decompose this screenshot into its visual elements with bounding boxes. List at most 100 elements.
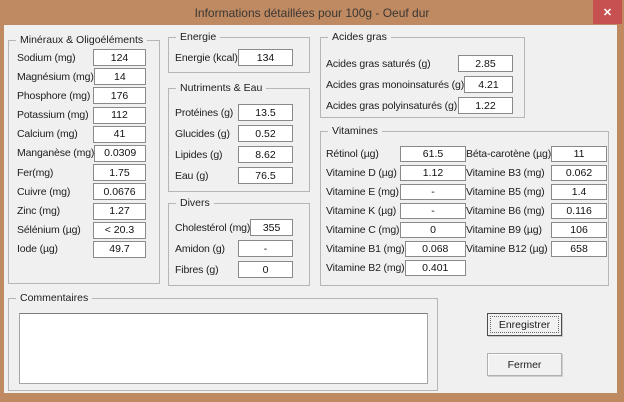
field-value-box[interactable]: 0.116 bbox=[551, 203, 608, 219]
divers-field-row: Amidon (g) - bbox=[175, 240, 293, 257]
vitamin-field-row: Vitamine B2 (mg) 0.401 bbox=[326, 260, 466, 276]
save-button[interactable]: Enregistrer bbox=[487, 313, 562, 336]
nutrient-field-row: Protéines (g) 13.5 bbox=[175, 104, 293, 121]
mineral-field-row: Phosphore (mg) 176 bbox=[17, 87, 146, 105]
vitamin-field-row: Béta-carotène (µg) 11 bbox=[466, 146, 608, 162]
energy-field-row: Energie (kcal) 134 bbox=[175, 49, 293, 66]
field-value-box[interactable]: 0.068 bbox=[404, 241, 466, 257]
field-label: Sodium (mg) bbox=[17, 51, 76, 64]
field-value-box[interactable]: 355 bbox=[250, 219, 293, 236]
field-label: Vitamine C (mg) bbox=[326, 224, 400, 236]
field-label: Béta-carotène (µg) bbox=[466, 148, 552, 160]
field-label: Rétinol (µg) bbox=[326, 148, 379, 160]
field-label: Cuivre (mg) bbox=[17, 185, 71, 198]
field-label: Magnésium (mg) bbox=[17, 70, 94, 83]
divers-field-row: Cholestérol (mg) 355 bbox=[175, 219, 293, 236]
field-value-box[interactable]: 0.52 bbox=[238, 125, 293, 142]
dialog-window: Informations détaillées pour 100g - Oeuf… bbox=[0, 0, 624, 402]
field-value-box[interactable]: 1.75 bbox=[93, 164, 146, 182]
nutrient-field-row: Eau (g) 76.5 bbox=[175, 167, 293, 184]
field-label: Vitamine B2 (mg) bbox=[326, 262, 405, 274]
field-label: Fibres (g) bbox=[175, 263, 219, 276]
field-value-box[interactable]: 14 bbox=[93, 68, 146, 86]
mineral-field-row: Calcium (mg) 41 bbox=[17, 125, 146, 143]
field-value-box[interactable]: 1.27 bbox=[93, 202, 146, 220]
field-label: Potassium (mg) bbox=[17, 109, 89, 122]
mineral-field-row: Manganèse (mg) 0.0309 bbox=[17, 144, 146, 162]
mineral-field-row: Sélénium (µg) < 20.3 bbox=[17, 221, 146, 239]
group-comments-title: Commentaires bbox=[16, 291, 93, 306]
comments-input[interactable] bbox=[19, 313, 428, 384]
field-label: Vitamine B9 (µg) bbox=[466, 224, 542, 236]
field-value-box[interactable]: 49.7 bbox=[93, 240, 146, 258]
field-value-box[interactable]: 134 bbox=[238, 49, 293, 66]
vitamin-field-row: Vitamine B3 (mg) 0.062 bbox=[466, 165, 608, 181]
vitamin-field-row: Vitamine K (µg) - bbox=[326, 203, 466, 219]
mineral-field-row: Iode (µg) 49.7 bbox=[17, 240, 146, 258]
field-value-box[interactable]: 176 bbox=[93, 87, 146, 105]
field-value-box[interactable]: 8.62 bbox=[238, 146, 293, 163]
group-comments: Commentaires bbox=[8, 291, 438, 391]
vitamin-field-row: Vitamine B9 (µg) 106 bbox=[466, 222, 608, 238]
field-label: Vitamine B12 (µg) bbox=[466, 243, 548, 255]
field-value-box[interactable]: 41 bbox=[93, 125, 146, 143]
field-value-box[interactable]: 0.062 bbox=[551, 165, 608, 181]
field-value-box[interactable]: - bbox=[238, 240, 293, 257]
mineral-field-row: Magnésium (mg) 14 bbox=[17, 68, 146, 86]
nutrient-field-row: Lipides (g) 8.62 bbox=[175, 146, 293, 163]
titlebar: Informations détaillées pour 100g - Oeuf… bbox=[0, 0, 624, 25]
field-value-box[interactable]: 1.12 bbox=[400, 165, 466, 181]
field-value-box[interactable]: 2.85 bbox=[458, 55, 513, 72]
group-vitamins: Vitamines Rétinol (µg) 61.5 Vitamine D (… bbox=[320, 124, 609, 286]
field-label: Iode (µg) bbox=[17, 243, 58, 256]
field-label: Vitamine D (µg) bbox=[326, 167, 397, 179]
field-value-box[interactable]: 4.21 bbox=[464, 76, 513, 93]
field-label: Cholestérol (mg) bbox=[175, 221, 251, 234]
mineral-field-row: Sodium (mg) 124 bbox=[17, 49, 146, 66]
field-label: Vitamine B3 (mg) bbox=[466, 167, 545, 179]
group-divers: Divers Cholestérol (mg) 355 Amidon (g) -… bbox=[168, 196, 310, 286]
group-nutrients: Nutriments & Eau Protéines (g) 13.5 Gluc… bbox=[168, 81, 310, 192]
field-value-box[interactable]: < 20.3 bbox=[93, 221, 146, 239]
field-value-box[interactable]: 11 bbox=[551, 146, 608, 162]
fat-field-row: Acides gras polyinsaturés (g) 1.22 bbox=[326, 97, 513, 114]
group-energy: Energie Energie (kcal) 134 bbox=[168, 30, 310, 73]
dialog-body: Minéraux & Oligoéléments Sodium (mg) 124… bbox=[4, 25, 617, 393]
field-label: Vitamine B6 (mg) bbox=[466, 205, 545, 217]
field-label: Protéines (g) bbox=[175, 106, 234, 119]
field-value-box[interactable]: 0.0676 bbox=[93, 183, 146, 201]
group-fatty-acids: Acides gras Acides gras saturés (g) 2.85… bbox=[320, 30, 525, 118]
close-dialog-button[interactable]: Fermer bbox=[487, 353, 562, 376]
field-label: Manganèse (mg) bbox=[17, 147, 95, 160]
field-value-box[interactable]: 0 bbox=[238, 261, 293, 278]
field-value-box[interactable]: 0.401 bbox=[404, 260, 466, 276]
field-label: Lipides (g) bbox=[175, 148, 223, 161]
mineral-field-row: Zinc (mg) 1.27 bbox=[17, 202, 146, 220]
vitamin-field-row: Vitamine E (mg) - bbox=[326, 184, 466, 200]
field-value-box[interactable]: 0.0309 bbox=[94, 144, 146, 162]
field-value-box[interactable]: 124 bbox=[93, 49, 146, 66]
field-value-box[interactable]: - bbox=[400, 184, 466, 200]
field-value-box[interactable]: - bbox=[400, 203, 466, 219]
field-value-box[interactable]: 0 bbox=[400, 222, 466, 238]
field-value-box[interactable]: 13.5 bbox=[238, 104, 293, 121]
divers-field-row: Fibres (g) 0 bbox=[175, 261, 293, 278]
field-label: Vitamine B5 (mg) bbox=[466, 186, 545, 198]
field-label: Fer(mg) bbox=[17, 166, 54, 179]
field-value-box[interactable]: 76.5 bbox=[238, 167, 293, 184]
vitamin-field-row: Vitamine B6 (mg) 0.116 bbox=[466, 203, 608, 219]
field-value-box[interactable]: 112 bbox=[93, 106, 146, 124]
field-label: Calcium (mg) bbox=[17, 128, 78, 141]
field-value-box[interactable]: 61.5 bbox=[400, 146, 466, 162]
field-label: Sélénium (µg) bbox=[17, 224, 81, 237]
close-icon: ✕ bbox=[602, 6, 613, 19]
close-button[interactable]: ✕ bbox=[593, 0, 622, 24]
field-label: Energie (kcal) bbox=[175, 51, 238, 64]
field-label: Acides gras saturés (g) bbox=[326, 57, 431, 70]
field-value-box[interactable]: 658 bbox=[551, 241, 608, 257]
field-value-box[interactable]: 1.4 bbox=[551, 184, 608, 200]
field-value-box[interactable]: 106 bbox=[551, 222, 608, 238]
field-label: Acides gras monoinsaturés (g) bbox=[326, 78, 465, 91]
field-value-box[interactable]: 1.22 bbox=[458, 97, 513, 114]
mineral-field-row: Fer(mg) 1.75 bbox=[17, 164, 146, 182]
